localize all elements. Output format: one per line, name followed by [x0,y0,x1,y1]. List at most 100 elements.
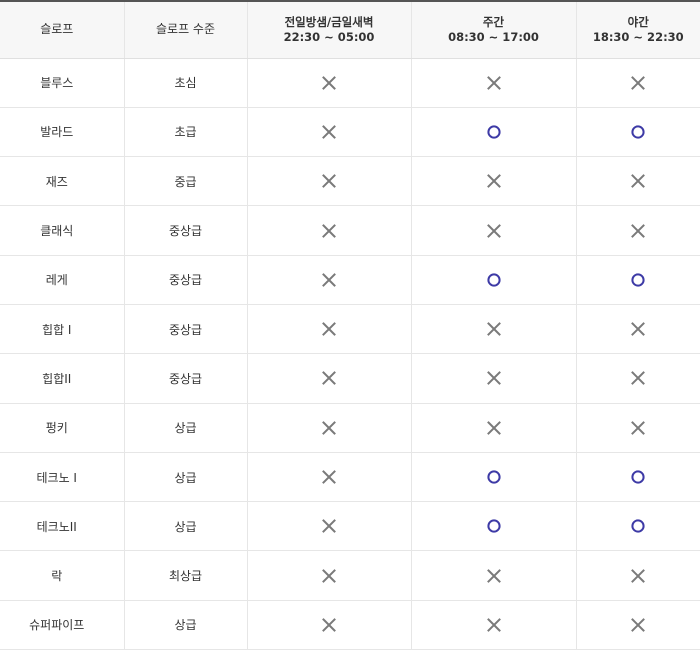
circle-mark-icon [486,469,502,485]
availability-cell [576,600,700,649]
schedule-name: 주간 [483,15,504,29]
slope-name-cell: 클래식 [0,206,124,255]
table-row: 락최상급 [0,551,700,600]
availability-cell [411,600,576,649]
x-mark-icon [321,568,337,584]
slope-name-cell: 펑키 [0,403,124,452]
circle-mark-icon [630,518,646,534]
x-mark-icon [486,420,502,436]
availability-cell [576,354,700,403]
col-header-slope: 슬로프 [0,1,124,58]
availability-cell [576,502,700,551]
x-mark-icon [321,518,337,534]
availability-cell [576,452,700,501]
availability-cell [576,255,700,304]
slope-level-cell: 최상급 [124,551,247,600]
availability-cell [576,58,700,107]
x-mark-icon [321,469,337,485]
slope-level-cell: 상급 [124,403,247,452]
x-mark-icon [486,75,502,91]
x-mark-icon [486,568,502,584]
table-row: 클래식중상급 [0,206,700,255]
availability-cell [247,206,411,255]
x-mark-icon [630,223,646,239]
slope-level-cell: 상급 [124,452,247,501]
slope-level-cell: 초심 [124,58,247,107]
slope-level-cell: 중상급 [124,354,247,403]
table-row: 테크노II상급 [0,502,700,551]
x-mark-icon [486,223,502,239]
availability-cell [411,403,576,452]
table-header: 슬로프 슬로프 수준 전일방샘/금일새벽 22:30 ~ 05:00 주간 08… [0,1,700,58]
x-mark-icon [321,420,337,436]
circle-mark-icon [630,272,646,288]
slope-name-cell: 테크노II [0,502,124,551]
col-header-night-dawn: 전일방샘/금일새벽 22:30 ~ 05:00 [247,1,411,58]
x-mark-icon [321,370,337,386]
slope-name-cell: 락 [0,551,124,600]
schedule-name: 전일방샘/금일새벽 [285,15,374,29]
availability-cell [411,452,576,501]
x-mark-icon [486,321,502,337]
availability-cell [411,58,576,107]
availability-cell [411,255,576,304]
availability-cell [247,452,411,501]
circle-mark-icon [630,469,646,485]
slope-level-cell: 중상급 [124,304,247,353]
slope-level-cell: 초급 [124,107,247,156]
availability-cell [576,403,700,452]
circle-mark-icon [486,272,502,288]
slope-name-cell: 테크노 I [0,452,124,501]
x-mark-icon [630,321,646,337]
col-header-day: 주간 08:30 ~ 17:00 [411,1,576,58]
availability-cell [247,600,411,649]
col-header-evening: 야간 18:30 ~ 22:30 [576,1,700,58]
availability-cell [411,551,576,600]
slope-name-cell: 재즈 [0,157,124,206]
table-row: 발라드초급 [0,107,700,156]
slope-level-cell: 중상급 [124,255,247,304]
table-row: 재즈중급 [0,157,700,206]
slope-name-cell: 레게 [0,255,124,304]
availability-cell [247,58,411,107]
table-row: 슈퍼파이프상급 [0,600,700,649]
schedule-time: 08:30 ~ 17:00 [412,30,576,45]
availability-cell [576,107,700,156]
x-mark-icon [486,173,502,189]
availability-cell [576,304,700,353]
availability-cell [576,551,700,600]
x-mark-icon [486,370,502,386]
slope-level-cell: 중상급 [124,206,247,255]
table-row: 펑키상급 [0,403,700,452]
x-mark-icon [321,124,337,140]
slope-name-cell: 발라드 [0,107,124,156]
availability-cell [411,107,576,156]
slope-name-cell: 블루스 [0,58,124,107]
header-row: 슬로프 슬로프 수준 전일방샘/금일새벽 22:30 ~ 05:00 주간 08… [0,1,700,58]
schedule-name: 야간 [628,15,649,29]
availability-cell [247,502,411,551]
availability-cell [247,551,411,600]
circle-mark-icon [630,124,646,140]
availability-cell [247,107,411,156]
table-row: 레게중상급 [0,255,700,304]
availability-cell [247,354,411,403]
availability-cell [411,206,576,255]
availability-cell [576,206,700,255]
availability-cell [247,304,411,353]
availability-cell [411,304,576,353]
table-row: 블루스초심 [0,58,700,107]
slope-name-cell: 힙합 I [0,304,124,353]
slope-level-cell: 상급 [124,600,247,649]
slope-schedule-table: 슬로프 슬로프 수준 전일방샘/금일새벽 22:30 ~ 05:00 주간 08… [0,0,700,650]
availability-cell [247,403,411,452]
x-mark-icon [630,173,646,189]
slope-level-cell: 중급 [124,157,247,206]
x-mark-icon [630,370,646,386]
circle-mark-icon [486,124,502,140]
x-mark-icon [321,173,337,189]
x-mark-icon [630,617,646,633]
availability-cell [411,354,576,403]
x-mark-icon [630,420,646,436]
availability-cell [411,502,576,551]
